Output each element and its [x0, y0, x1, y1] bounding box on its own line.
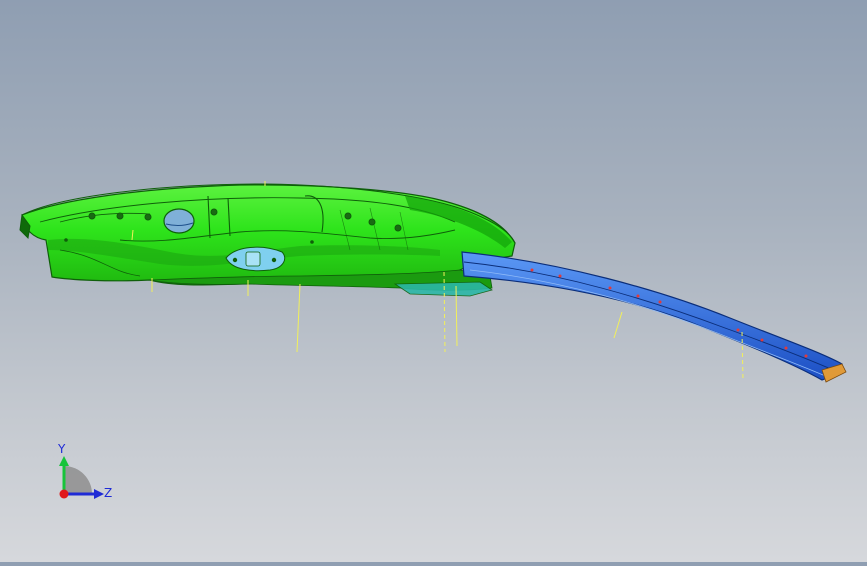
z-axis-label: Z — [104, 486, 112, 500]
model-canvas[interactable] — [0, 0, 867, 562]
blue-rail-part[interactable] — [461, 251, 847, 383]
axis-triad: Y Z — [44, 438, 124, 514]
3d-viewport[interactable]: Y Z — [0, 0, 867, 562]
axis-triad-icon: Y Z — [57, 442, 112, 500]
green-structure-part[interactable] — [19, 183, 516, 297]
y-axis-label: Y — [57, 442, 66, 456]
